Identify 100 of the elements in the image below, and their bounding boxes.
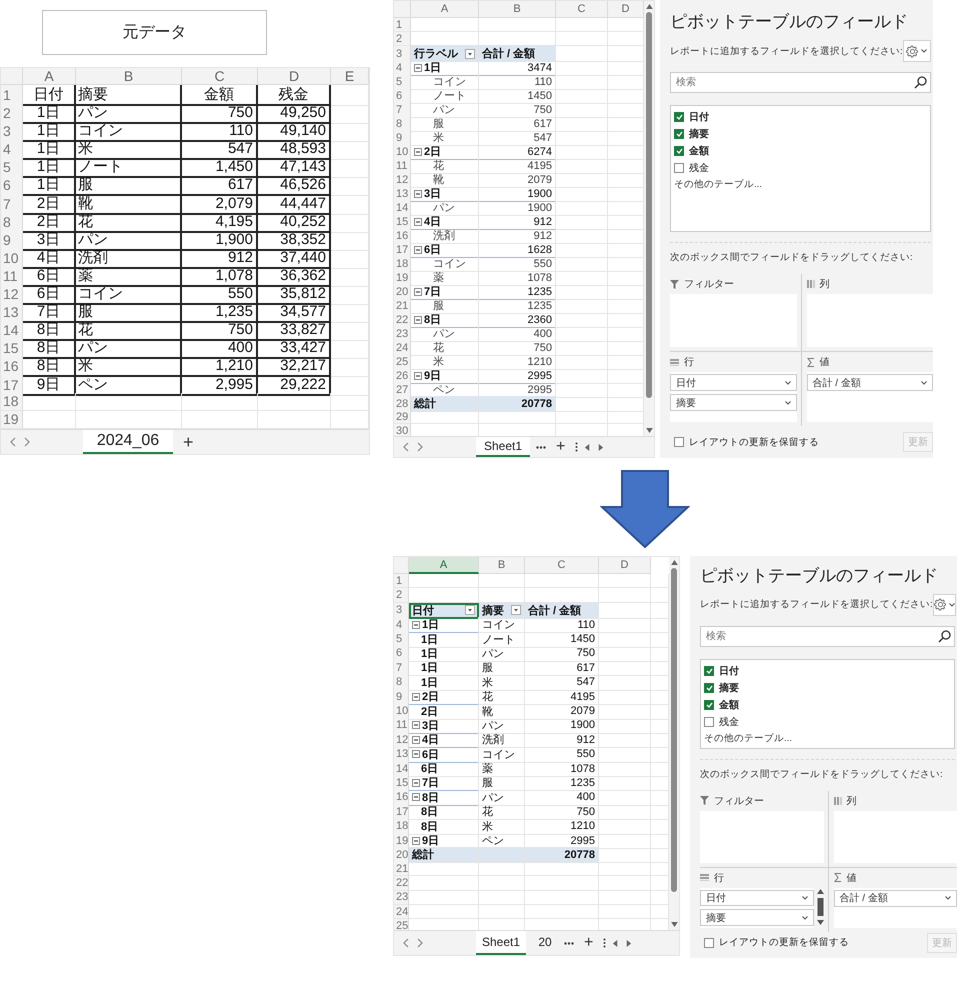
scroll-arrows-icon[interactable] (816, 888, 824, 926)
scroll-left-icon[interactable] (584, 444, 592, 450)
collapse-icon[interactable] (414, 190, 422, 198)
checkbox[interactable] (674, 129, 684, 139)
sheet-tab[interactable]: Sheet1 (476, 931, 526, 955)
collapse-icon[interactable] (414, 316, 422, 324)
area-field-item[interactable]: 日付 (700, 890, 814, 906)
drop-zone[interactable]: 日付 摘要 (700, 888, 814, 928)
cell-text: 110 (577, 618, 595, 631)
filter-dropdown-button[interactable] (465, 605, 475, 616)
drag-instruction: 次のボックス間でフィールドをドラッグしてください: (670, 251, 914, 264)
column-header[interactable]: D (599, 557, 651, 574)
table-cell: 1,210 (182, 356, 258, 378)
collapse-icon[interactable] (414, 246, 422, 254)
column-header[interactable]: A (411, 1, 479, 18)
field-header-cell[interactable]: 日付 (409, 602, 479, 619)
checkbox[interactable] (704, 716, 714, 727)
more-icon[interactable] (564, 942, 574, 944)
collapse-icon[interactable] (412, 736, 420, 744)
column-header[interactable]: C (525, 557, 599, 574)
column-header[interactable]: B (479, 1, 556, 18)
collapse-icon[interactable] (412, 620, 420, 629)
field-header-cell[interactable]: 合計 / 金額 (525, 602, 599, 619)
collapse-icon[interactable] (412, 778, 420, 787)
collapse-icon[interactable] (412, 793, 420, 802)
scroll-bar[interactable] (644, 1, 654, 436)
more-tables-link[interactable]: その他のテーブル... (674, 178, 927, 191)
add-sheet-button[interactable]: + (179, 432, 198, 452)
collapse-icon[interactable] (414, 148, 422, 156)
field-header-cell[interactable]: 合計 / 金額 (479, 46, 556, 62)
column-header[interactable]: B (479, 557, 525, 574)
checkbox[interactable] (674, 146, 684, 156)
search-icon[interactable] (938, 630, 951, 643)
settings-button[interactable] (902, 40, 931, 62)
settings-button[interactable] (932, 594, 956, 616)
source-data-button[interactable]: 元データ (42, 10, 267, 55)
next-sheet-icon[interactable] (23, 437, 31, 447)
checkbox[interactable] (704, 682, 714, 693)
search-icon[interactable] (914, 76, 927, 89)
collapse-icon[interactable] (414, 372, 422, 380)
table-cell (556, 32, 608, 46)
area-field-item[interactable]: 日付 (670, 374, 796, 391)
checkbox[interactable] (704, 700, 714, 710)
cell-text: 1日 (421, 646, 438, 661)
checkbox[interactable] (674, 437, 684, 447)
table-cell (479, 904, 525, 920)
options-icon[interactable] (603, 938, 606, 948)
add-sheet-button[interactable]: + (552, 438, 570, 456)
area-field-item[interactable]: 摘要 (670, 394, 796, 411)
column-header[interactable]: A (409, 557, 479, 574)
drop-zone[interactable]: 合計 / 金額 (806, 372, 933, 422)
table-cell: 2日 (23, 212, 76, 233)
sheet-tab[interactable]: 2024_06 (83, 430, 173, 454)
add-sheet-button[interactable]: + (580, 934, 598, 952)
search-field[interactable]: 検索 (670, 72, 931, 93)
area-field-item[interactable]: 合計 / 金額 (834, 890, 957, 907)
previous-sheet-icon[interactable] (402, 938, 410, 948)
more-tables-link[interactable]: その他のテーブル... (704, 732, 951, 745)
cell-text: 服 (433, 299, 444, 313)
search-field[interactable]: 検索 (700, 626, 955, 647)
drop-zone[interactable]: 日付 摘要 (670, 372, 796, 422)
more-icon[interactable] (536, 446, 546, 448)
filter-dropdown-button[interactable] (511, 605, 521, 616)
drop-zone[interactable]: 合計 / 金額 (834, 888, 957, 928)
collapse-icon[interactable] (412, 836, 420, 845)
sheet-tab[interactable]: 20 (532, 931, 558, 955)
field-header-cell[interactable]: 摘要 (479, 602, 525, 619)
filter-dropdown-button[interactable] (465, 48, 475, 58)
scroll-left-icon[interactable] (612, 940, 620, 946)
cell-text: 1日 (422, 618, 440, 632)
area-field-item[interactable]: 摘要 (700, 909, 814, 926)
collapse-icon[interactable] (414, 64, 422, 72)
collapse-icon[interactable] (412, 721, 420, 730)
next-sheet-icon[interactable] (416, 442, 424, 452)
options-icon[interactable] (575, 442, 578, 452)
previous-sheet-icon[interactable] (402, 442, 410, 452)
area-label: 行 (684, 356, 694, 369)
column-header[interactable]: A (23, 68, 76, 85)
area-field-item[interactable]: 合計 / 金額 (806, 374, 933, 391)
column-header[interactable]: C (556, 1, 608, 18)
previous-sheet-icon[interactable] (9, 437, 17, 447)
collapse-icon[interactable] (412, 692, 420, 701)
collapse-icon[interactable] (414, 218, 422, 226)
field-header-cell[interactable]: 行ラベル (411, 46, 479, 62)
next-sheet-icon[interactable] (416, 938, 424, 948)
scroll-right-icon[interactable] (597, 444, 604, 450)
sheet-tab[interactable]: Sheet1 (476, 437, 530, 457)
column-header[interactable]: E (331, 68, 369, 85)
checkbox[interactable] (674, 112, 684, 122)
column-header[interactable]: D (608, 1, 644, 18)
checkbox[interactable] (704, 938, 714, 948)
checkbox[interactable] (704, 666, 714, 676)
scroll-bar[interactable] (669, 557, 679, 930)
column-header[interactable]: D (258, 68, 331, 85)
scroll-right-icon[interactable] (625, 940, 632, 946)
checkbox[interactable] (674, 163, 684, 173)
collapse-icon[interactable] (412, 750, 420, 758)
column-header[interactable]: C (182, 68, 258, 85)
column-header[interactable]: B (76, 68, 182, 85)
collapse-icon[interactable] (414, 288, 422, 296)
